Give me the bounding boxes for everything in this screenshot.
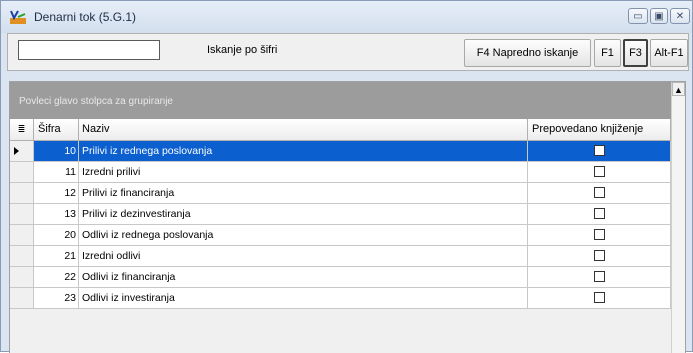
cell-name[interactable]: Izredni prilivi — [79, 162, 528, 183]
advanced-search-button[interactable]: F4 Napredno iskanje — [464, 39, 591, 67]
vertical-scrollbar[interactable]: ▲ — [671, 82, 685, 353]
row-indicator[interactable] — [10, 162, 34, 183]
table-row[interactable]: 10 Prilivi iz rednega poslovanja — [10, 141, 671, 162]
cell-forbidden[interactable] — [528, 267, 671, 288]
row-indicator[interactable] — [10, 141, 34, 162]
cell-forbidden[interactable] — [528, 162, 671, 183]
table-row[interactable]: 11 Izredni prilivi — [10, 162, 671, 183]
forbidden-checkbox[interactable] — [594, 208, 605, 219]
current-row-arrow-icon — [14, 147, 19, 155]
close-icon: ✕ — [675, 11, 685, 22]
search-input[interactable] — [18, 40, 160, 60]
title-bar[interactable]: Denarni tok (5.G.1) ▭ ▣ ✕ — [1, 1, 692, 33]
table-row[interactable]: 13 Prilivi iz dezinvestiranja — [10, 204, 671, 225]
table-row[interactable]: 23 Odlivi iz investiranja — [10, 288, 671, 309]
cell-name[interactable]: Izredni odlivi — [79, 246, 528, 267]
column-chooser-header[interactable]: ≣ — [10, 119, 34, 141]
table-row[interactable]: 22 Odlivi iz financiranja — [10, 267, 671, 288]
cell-forbidden[interactable] — [528, 204, 671, 225]
row-indicator[interactable] — [10, 183, 34, 204]
forbidden-checkbox[interactable] — [594, 250, 605, 261]
cell-name[interactable]: Odlivi iz investiranja — [79, 288, 528, 309]
column-header-name-label: Naziv — [82, 123, 110, 135]
cell-forbidden[interactable] — [528, 246, 671, 267]
close-button[interactable]: ✕ — [670, 8, 690, 24]
app-window: Denarni tok (5.G.1) ▭ ▣ ✕ Iskanje po šif… — [0, 0, 693, 353]
window-title: Denarni tok (5.G.1) — [34, 10, 137, 24]
cell-code[interactable]: 13 — [34, 204, 79, 225]
f1-button[interactable]: F1 — [594, 39, 621, 67]
cell-code[interactable]: 10 — [34, 141, 79, 162]
cell-code[interactable]: 23 — [34, 288, 79, 309]
row-indicator[interactable] — [10, 267, 34, 288]
column-header-code[interactable]: Šifra — [34, 119, 79, 141]
cell-code[interactable]: 21 — [34, 246, 79, 267]
forbidden-checkbox[interactable] — [594, 187, 605, 198]
cell-code[interactable]: 12 — [34, 183, 79, 204]
row-indicator[interactable] — [10, 204, 34, 225]
maximize-icon: ▣ — [654, 11, 664, 22]
cell-code[interactable]: 22 — [34, 267, 79, 288]
table-row[interactable]: 12 Prilivi iz financiranja — [10, 183, 671, 204]
column-header-name[interactable]: Naziv — [79, 119, 528, 141]
row-indicator[interactable] — [10, 288, 34, 309]
app-logo-icon — [10, 10, 26, 24]
cell-name[interactable]: Prilivi iz financiranja — [79, 183, 528, 204]
cell-name[interactable]: Prilivi iz rednega poslovanja — [79, 141, 528, 162]
row-indicator[interactable] — [10, 246, 34, 267]
maximize-button[interactable]: ▣ — [650, 8, 668, 24]
forbidden-checkbox[interactable] — [594, 166, 605, 177]
column-header-code-label: Šifra — [38, 123, 61, 135]
cell-code[interactable]: 11 — [34, 162, 79, 183]
minimize-button[interactable]: ▭ — [628, 8, 648, 24]
column-header-forbidden[interactable]: Prepovedano knjiženje — [528, 119, 671, 141]
table-row[interactable]: 20 Odlivi iz rednega poslovanja — [10, 225, 671, 246]
cell-forbidden[interactable] — [528, 183, 671, 204]
forbidden-checkbox[interactable] — [594, 271, 605, 282]
row-indicator[interactable] — [10, 225, 34, 246]
scroll-up-icon[interactable]: ▲ — [672, 82, 685, 96]
cell-forbidden[interactable] — [528, 141, 671, 162]
forbidden-checkbox[interactable] — [594, 229, 605, 240]
cell-name[interactable]: Prilivi iz dezinvestiranja — [79, 204, 528, 225]
cell-name[interactable]: Odlivi iz financiranja — [79, 267, 528, 288]
search-label: Iskanje po šifri — [207, 44, 278, 56]
grid-empty-area — [10, 313, 671, 353]
column-header-forbidden-label: Prepovedano knjiženje — [532, 123, 644, 135]
forbidden-checkbox[interactable] — [594, 292, 605, 303]
f3-button[interactable]: F3 — [623, 39, 648, 67]
group-hint: Povleci glavo stolpca za grupiranje — [19, 96, 173, 107]
forbidden-checkbox[interactable] — [594, 145, 605, 156]
cell-forbidden[interactable] — [528, 288, 671, 309]
table-row[interactable]: 21 Izredni odlivi — [10, 246, 671, 267]
minimize-icon: ▭ — [633, 11, 643, 22]
cell-name[interactable]: Odlivi iz rednega poslovanja — [79, 225, 528, 246]
alt-f1-button[interactable]: Alt-F1 — [650, 39, 688, 67]
cell-code[interactable]: 20 — [34, 225, 79, 246]
cell-forbidden[interactable] — [528, 225, 671, 246]
